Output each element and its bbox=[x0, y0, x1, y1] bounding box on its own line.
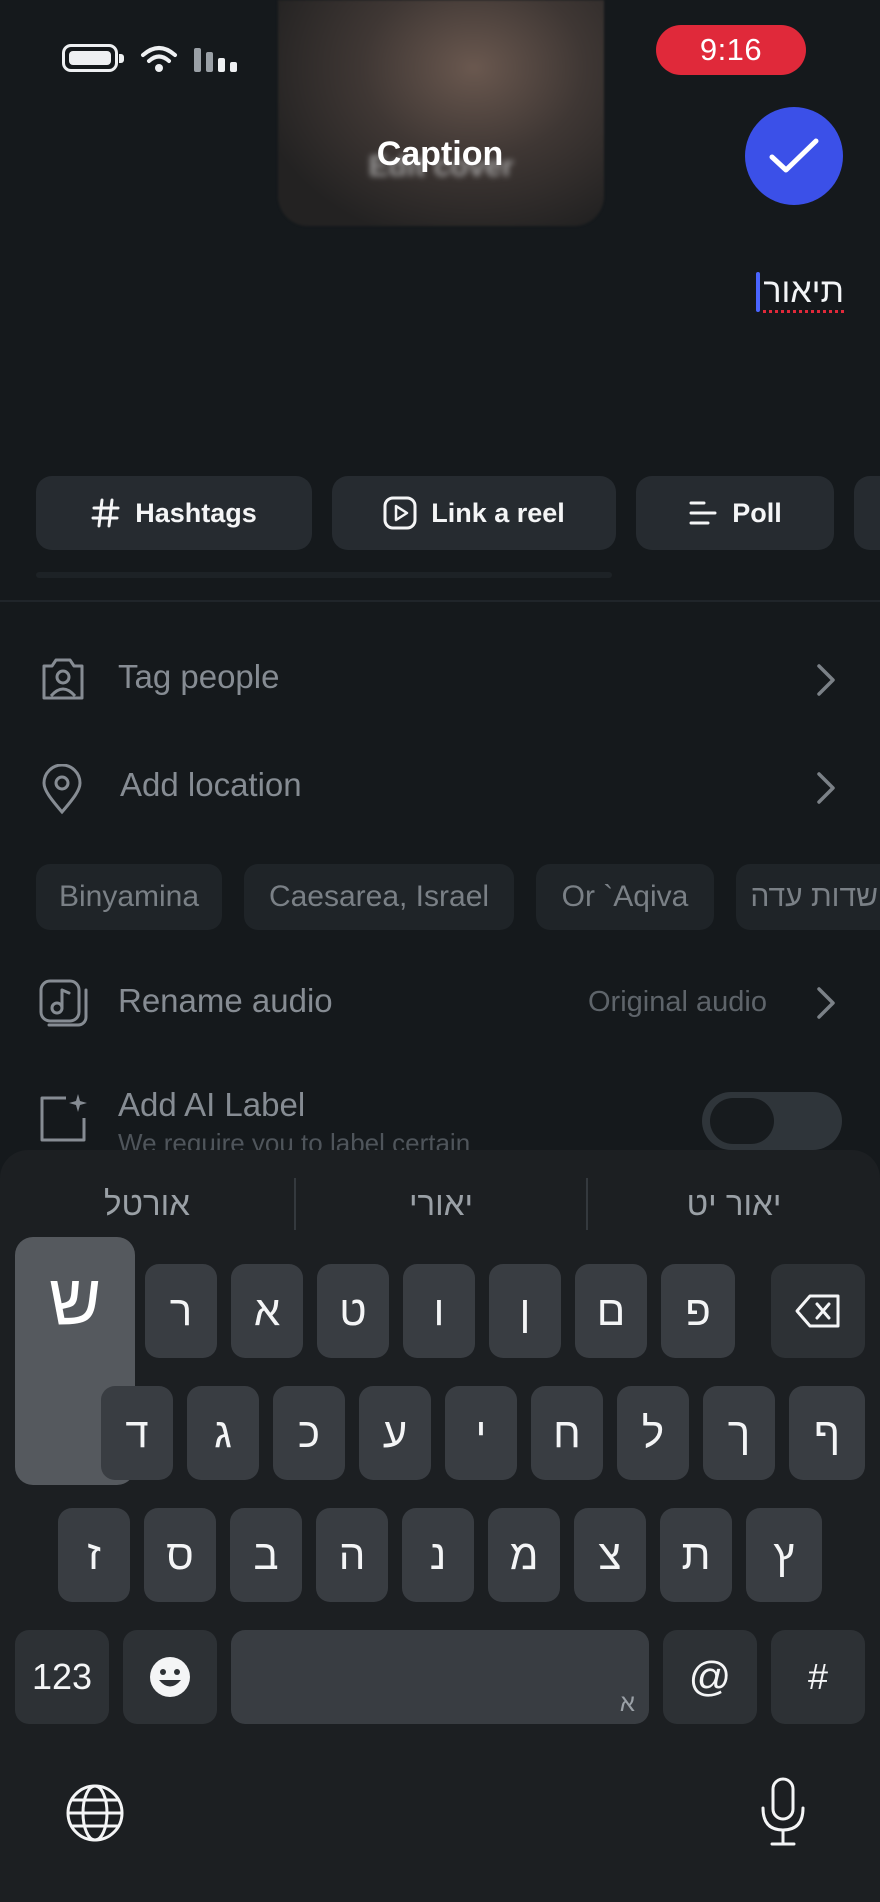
key[interactable]: ט bbox=[317, 1264, 389, 1358]
tag-people-icon bbox=[42, 658, 84, 700]
hash-key[interactable]: # bbox=[771, 1630, 865, 1724]
hashtag-icon bbox=[91, 498, 120, 528]
key[interactable]: ר bbox=[145, 1264, 217, 1358]
key[interactable]: מ bbox=[488, 1508, 560, 1602]
emoji-icon bbox=[150, 1657, 190, 1697]
location-suggestion[interactable]: Or `Aqiva bbox=[536, 864, 714, 930]
key[interactable]: ך bbox=[703, 1386, 775, 1480]
check-icon bbox=[769, 138, 819, 173]
key[interactable]: ג bbox=[187, 1386, 259, 1480]
key[interactable]: י bbox=[445, 1386, 517, 1480]
play-square-icon bbox=[383, 496, 417, 530]
space-key[interactable]: א bbox=[231, 1630, 649, 1724]
music-note-icon bbox=[39, 979, 88, 1027]
suggestion-1[interactable]: יאור יט bbox=[588, 1174, 880, 1234]
divider bbox=[0, 600, 880, 602]
text-caret bbox=[756, 272, 760, 312]
location-suggestion[interactable]: Binyamina bbox=[36, 864, 222, 930]
chevron-right-icon bbox=[817, 664, 835, 696]
key[interactable]: ע bbox=[359, 1386, 431, 1480]
link-reel-label: Link a reel bbox=[431, 497, 565, 528]
backspace-key[interactable] bbox=[771, 1264, 865, 1358]
space-language-hint: א bbox=[619, 1690, 635, 1717]
poll-label: Poll bbox=[732, 497, 782, 528]
suggestion-2[interactable]: יאורי bbox=[296, 1174, 586, 1234]
ai-label-title: Add AI Label bbox=[118, 1086, 306, 1123]
key[interactable]: ד bbox=[101, 1386, 173, 1480]
chevron-right-icon bbox=[817, 987, 835, 1019]
key-preview-letter: ש bbox=[48, 1260, 102, 1340]
battery-icon bbox=[62, 44, 124, 72]
link-reel-chip[interactable]: Link a reel bbox=[332, 476, 616, 550]
ai-sparkle-icon bbox=[40, 1094, 87, 1142]
add-location-label[interactable]: Add location bbox=[120, 766, 302, 804]
key[interactable]: ם bbox=[575, 1264, 647, 1358]
key[interactable]: ץ bbox=[746, 1508, 822, 1602]
location-pin-icon bbox=[42, 764, 82, 815]
cellular-signal-icon bbox=[194, 48, 238, 72]
ai-label-toggle[interactable] bbox=[702, 1092, 842, 1150]
microphone-icon[interactable] bbox=[758, 1776, 808, 1848]
key[interactable]: ת bbox=[660, 1508, 732, 1602]
location-suggestion[interactable]: Caesarea, Israel bbox=[244, 864, 514, 930]
hashtags-chip[interactable]: Hashtags bbox=[36, 476, 312, 550]
caption-input[interactable]: תיאור bbox=[763, 272, 844, 311]
numbers-key[interactable]: 123 bbox=[15, 1630, 109, 1724]
suggestion-separator bbox=[294, 1178, 296, 1230]
cover-thumbnail[interactable]: Edit cover bbox=[278, 0, 604, 226]
hashtags-label: Hashtags bbox=[135, 497, 257, 528]
emoji-key[interactable] bbox=[123, 1630, 217, 1724]
tag-people-label[interactable]: Tag people bbox=[118, 658, 279, 696]
suggestion-3[interactable]: אורטל bbox=[0, 1174, 294, 1234]
key[interactable]: ב bbox=[230, 1508, 302, 1602]
key[interactable]: ף bbox=[789, 1386, 865, 1480]
more-chip[interactable] bbox=[854, 476, 880, 550]
rename-audio-label[interactable]: Rename audio bbox=[118, 982, 333, 1020]
key[interactable]: ה bbox=[316, 1508, 388, 1602]
status-time: 9:16 bbox=[656, 25, 806, 75]
location-suggestion[interactable]: שדות עדה bbox=[736, 864, 880, 930]
key[interactable]: פ bbox=[661, 1264, 735, 1358]
key[interactable]: ס bbox=[144, 1508, 216, 1602]
key[interactable]: ן bbox=[489, 1264, 561, 1358]
done-button[interactable] bbox=[745, 107, 843, 205]
key[interactable]: כ bbox=[273, 1386, 345, 1480]
key[interactable]: ל bbox=[617, 1386, 689, 1480]
globe-icon[interactable] bbox=[64, 1782, 126, 1844]
key[interactable]: ז bbox=[58, 1508, 130, 1602]
key[interactable]: ח bbox=[531, 1386, 603, 1480]
chevron-right-icon bbox=[817, 772, 835, 804]
chips-scrollbar bbox=[36, 572, 612, 578]
key[interactable]: נ bbox=[402, 1508, 474, 1602]
poll-icon bbox=[689, 501, 717, 525]
key[interactable]: צ bbox=[574, 1508, 646, 1602]
poll-chip[interactable]: Poll bbox=[636, 476, 834, 550]
key[interactable]: ו bbox=[403, 1264, 475, 1358]
at-key[interactable]: @ bbox=[663, 1630, 757, 1724]
audio-value: Original audio bbox=[588, 986, 767, 1018]
suggestion-separator bbox=[586, 1178, 588, 1230]
key[interactable]: א bbox=[231, 1264, 303, 1358]
backspace-icon bbox=[795, 1294, 840, 1328]
wifi-icon bbox=[141, 46, 177, 72]
